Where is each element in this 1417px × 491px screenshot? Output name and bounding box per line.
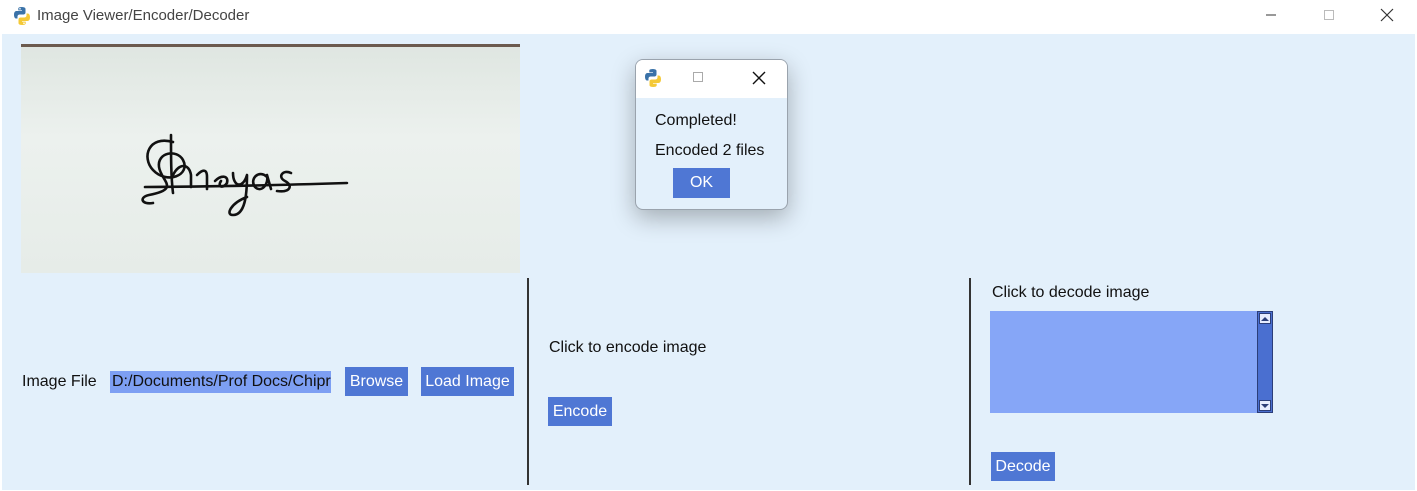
decode-output-scrollbar[interactable]: [1257, 311, 1273, 413]
dialog-titlebar: [636, 60, 787, 98]
decode-prompt-label: Click to decode image: [992, 284, 1150, 301]
python-icon: [14, 7, 30, 25]
arrow-down-icon: [1261, 403, 1269, 408]
image-preview: [21, 44, 520, 273]
maximize-button[interactable]: [1306, 0, 1352, 30]
decode-button[interactable]: Decode: [991, 452, 1055, 481]
decode-output-textbox[interactable]: [990, 311, 1257, 413]
completion-dialog: Completed! Encoded 2 files OK: [635, 59, 788, 210]
dialog-maximize-icon: [693, 72, 703, 82]
scroll-up-button[interactable]: [1259, 313, 1271, 324]
maximize-icon: [1324, 10, 1334, 20]
load-image-button[interactable]: Load Image: [421, 367, 514, 396]
browse-button[interactable]: Browse: [345, 367, 408, 396]
dialog-close-button[interactable]: [747, 66, 771, 90]
window-titlebar: Image Viewer/Encoder/Decoder: [0, 0, 1417, 34]
section-divider-right: [969, 278, 971, 485]
signature-image: [141, 133, 349, 217]
image-file-label: Image File: [22, 373, 97, 390]
encode-prompt-label: Click to encode image: [549, 339, 707, 356]
close-icon: [1380, 8, 1394, 22]
section-divider-left: [527, 278, 529, 485]
arrow-up-icon: [1261, 316, 1269, 321]
close-icon: [752, 71, 766, 85]
dialog-ok-button[interactable]: OK: [673, 168, 730, 198]
scroll-down-button[interactable]: [1259, 400, 1271, 411]
dialog-message-detail: Encoded 2 files: [655, 142, 765, 159]
encode-button[interactable]: Encode: [548, 397, 612, 426]
window-title: Image Viewer/Encoder/Decoder: [37, 7, 250, 24]
image-path-input[interactable]: D:/Documents/Prof Docs/Chipr: [110, 371, 332, 393]
python-icon: [645, 69, 661, 87]
dialog-message-status: Completed!: [655, 112, 737, 129]
close-button[interactable]: [1364, 0, 1410, 30]
scrollbar-thumb[interactable]: [1259, 325, 1271, 399]
image-path-text: D:/Documents/Prof Docs/Chipr: [110, 371, 331, 393]
minimize-icon: [1266, 14, 1276, 16]
minimize-button[interactable]: [1248, 0, 1294, 30]
